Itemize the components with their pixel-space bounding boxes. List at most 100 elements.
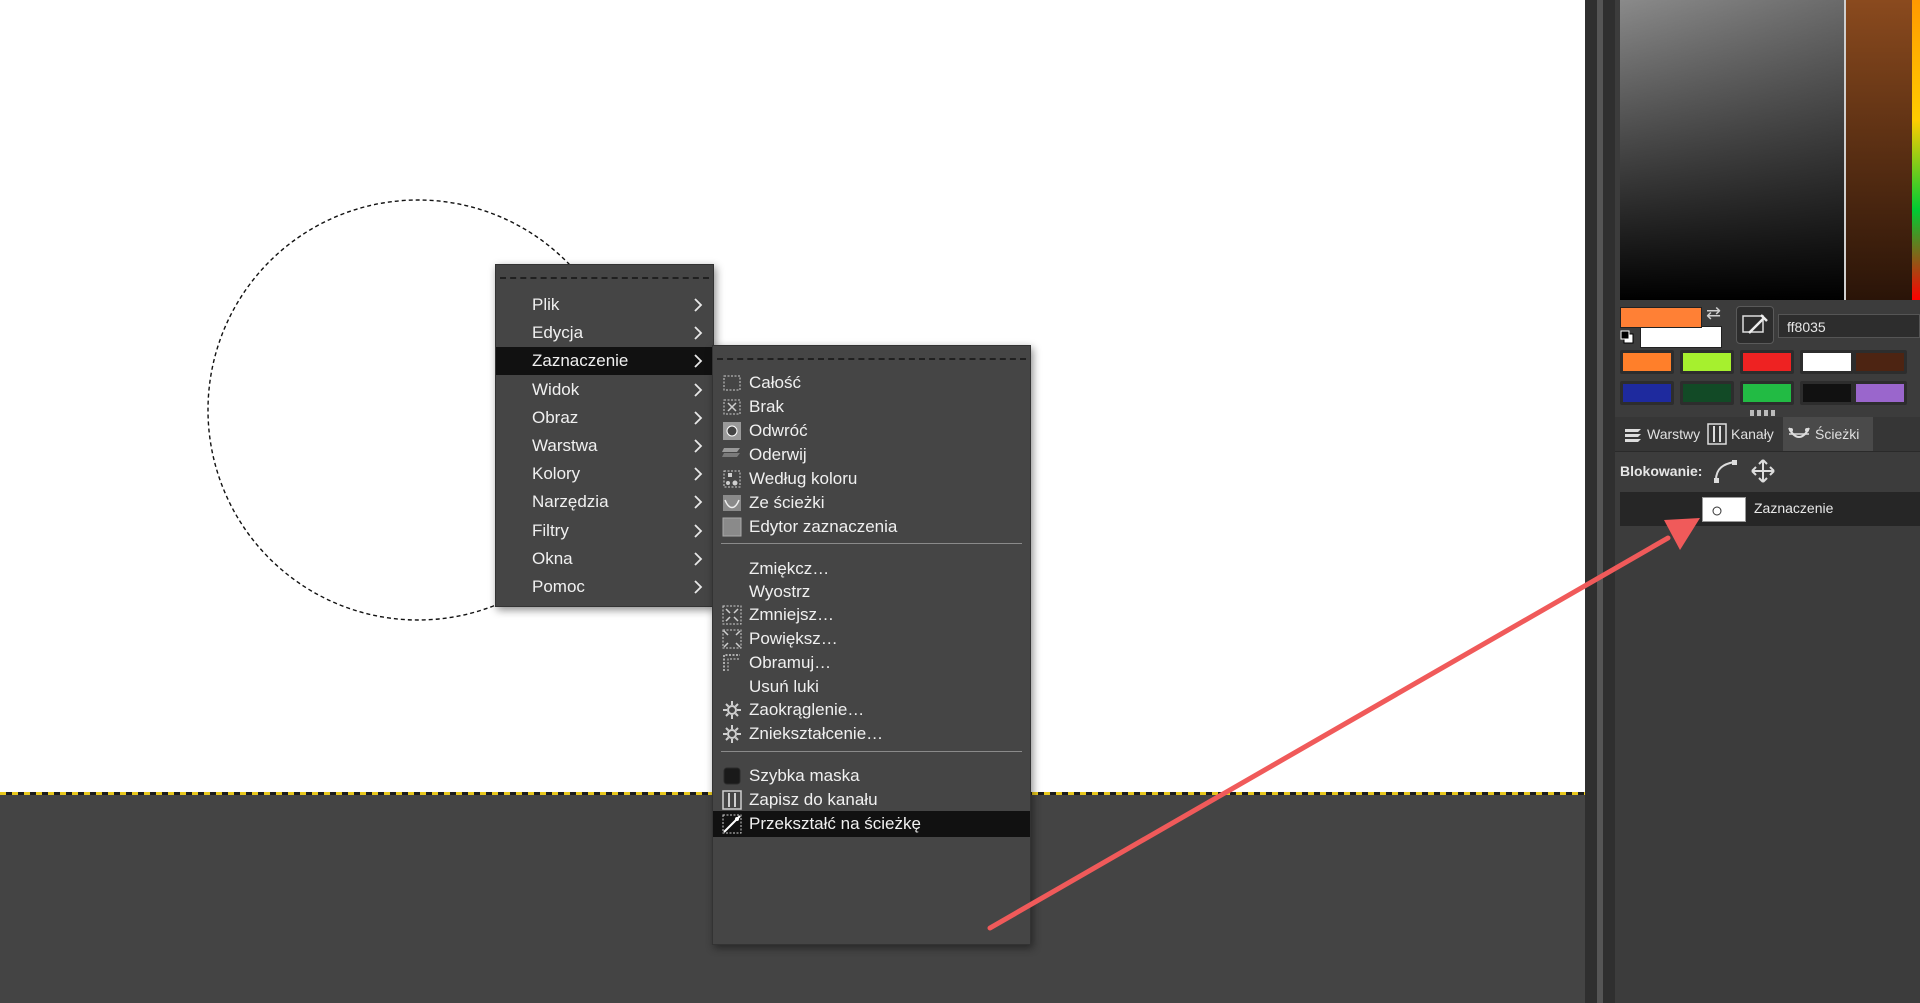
menu-item-label: Brak bbox=[749, 397, 784, 416]
chevron-right-icon bbox=[694, 439, 703, 453]
menu-item[interactable]: Zmniejsz… bbox=[713, 602, 1030, 628]
dock-drag-handle[interactable] bbox=[1750, 410, 1776, 416]
menu-item-label: Wyostrz bbox=[749, 582, 811, 601]
grow-icon bbox=[722, 629, 742, 649]
menu-item[interactable]: Edycja bbox=[496, 319, 713, 347]
layers-icon bbox=[1625, 429, 1641, 442]
menu-item-label: Usuń luki bbox=[749, 677, 819, 696]
menu-item-label: Warstwa bbox=[532, 436, 598, 455]
menu-item-label: Narzędzia bbox=[532, 492, 609, 512]
hex-color-field[interactable]: ff8035 bbox=[1778, 314, 1920, 338]
menu-item-label: Pomoc bbox=[532, 577, 585, 596]
by-color-icon bbox=[723, 470, 741, 488]
menu-item-label: Edycja bbox=[532, 323, 584, 343]
chevron-right-icon bbox=[694, 580, 703, 594]
tab-channels[interactable]: Kanały bbox=[1703, 417, 1787, 451]
paths-icon bbox=[1788, 427, 1810, 438]
menu-item-label: Zapisz do kanału bbox=[749, 790, 878, 809]
palette-swatch[interactable] bbox=[1800, 381, 1854, 405]
lock-path-strokes-icon[interactable] bbox=[1712, 458, 1740, 484]
menu-item[interactable]: Okna bbox=[496, 545, 713, 573]
menu-item[interactable]: Zaznaczenie bbox=[496, 347, 713, 376]
select-all-icon bbox=[723, 375, 741, 391]
menu-item[interactable]: Kolory bbox=[496, 460, 713, 488]
palette-swatch[interactable] bbox=[1800, 350, 1854, 374]
menu-item[interactable]: Edytor zaznaczenia bbox=[713, 514, 1030, 540]
menu-item[interactable]: Zaokrąglenie… bbox=[713, 697, 1030, 723]
menu-item[interactable]: Szybka maska bbox=[713, 763, 1030, 789]
menu-separator bbox=[721, 751, 1022, 752]
menu-separator bbox=[721, 543, 1022, 544]
color-field[interactable] bbox=[1620, 0, 1845, 300]
menu-item[interactable]: Oderwij bbox=[713, 442, 1030, 468]
hue-slider[interactable] bbox=[1912, 0, 1920, 300]
invert-selection-icon bbox=[723, 422, 741, 440]
menu-item[interactable]: Widok bbox=[496, 376, 713, 404]
lock-row: Blokowanie: bbox=[1620, 458, 1776, 484]
palette-swatch[interactable] bbox=[1853, 381, 1907, 405]
dock-tabs: Warstwy Kanały Ścieżki bbox=[1615, 417, 1920, 452]
menu-item[interactable]: Warstwa bbox=[496, 432, 713, 460]
menu-item-label: Szybka maska bbox=[749, 766, 860, 785]
palette-swatch[interactable] bbox=[1620, 381, 1674, 405]
chevron-right-icon bbox=[694, 495, 703, 510]
palette-swatch[interactable] bbox=[1680, 350, 1734, 374]
menu-item[interactable]: Zapisz do kanału bbox=[713, 787, 1030, 813]
tab-paths[interactable]: Ścieżki bbox=[1783, 417, 1873, 451]
palette-swatch[interactable] bbox=[1853, 350, 1907, 374]
menu-item[interactable]: Filtry bbox=[496, 517, 713, 545]
menu-item-label: Zmniejsz… bbox=[749, 605, 835, 624]
menu-item[interactable]: Obraz bbox=[496, 404, 713, 432]
tearoff-line[interactable] bbox=[500, 277, 709, 279]
color-picker-button[interactable] bbox=[1736, 306, 1774, 344]
menu-item-label: Oderwij bbox=[749, 445, 807, 464]
lock-label: Blokowanie: bbox=[1620, 463, 1703, 479]
menu-item-label: Obraz bbox=[532, 407, 579, 427]
menu-item[interactable]: Powiększ… bbox=[713, 626, 1030, 652]
save-channel-icon bbox=[722, 790, 742, 810]
swap-colors-icon[interactable]: ⇄ bbox=[1706, 303, 1726, 323]
menu-item-label: Widok bbox=[532, 379, 580, 399]
chevron-right-icon bbox=[694, 552, 703, 566]
gear-icon bbox=[723, 701, 741, 719]
tab-label: Ścieżki bbox=[1815, 426, 1860, 442]
menu-item[interactable]: Według koloru bbox=[713, 466, 1030, 492]
menu-item[interactable]: Plik bbox=[496, 291, 713, 319]
path-name[interactable]: Zaznaczenie bbox=[1754, 500, 1833, 516]
tearoff-line[interactable] bbox=[717, 358, 1026, 360]
foreground-color-swatch[interactable] bbox=[1620, 307, 1702, 328]
border-icon bbox=[723, 654, 740, 671]
from-path-icon bbox=[723, 495, 741, 511]
menu-item[interactable]: Odwróć bbox=[713, 418, 1030, 444]
dock-resize-handle[interactable] bbox=[1597, 0, 1603, 1003]
tab-layers[interactable]: Warstwy bbox=[1619, 417, 1707, 451]
menu-item[interactable]: Narzędzia bbox=[496, 488, 713, 516]
menu-item-label: Kolory bbox=[532, 464, 581, 484]
menu-item-label: Powiększ… bbox=[749, 629, 838, 648]
float-icon bbox=[722, 448, 740, 457]
menu-item[interactable]: Przekształć na ścieżkę bbox=[713, 811, 1030, 837]
lock-position-icon[interactable] bbox=[1750, 458, 1776, 484]
path-thumbnail bbox=[1702, 497, 1746, 522]
default-colors-icon[interactable] bbox=[1620, 330, 1634, 344]
menu-item-label: Przekształć na ścieżkę bbox=[749, 814, 921, 833]
menu-item[interactable]: Pomoc bbox=[496, 573, 713, 601]
image-context-menu: Plik Edycja Zaznaczenie Widok Obraz Warstwa Ko… bbox=[495, 264, 714, 607]
palette-swatch[interactable] bbox=[1740, 350, 1794, 374]
menu-item[interactable]: Ze ścieżki bbox=[713, 490, 1030, 516]
menu-item-label: Plik bbox=[532, 295, 560, 314]
menu-item[interactable]: Brak bbox=[713, 394, 1030, 420]
hue-strip[interactable] bbox=[1846, 0, 1912, 300]
menu-item[interactable]: Całość bbox=[713, 370, 1030, 396]
gear-icon bbox=[723, 725, 741, 743]
shrink-icon bbox=[722, 605, 742, 625]
palette-swatch[interactable] bbox=[1680, 381, 1734, 405]
palette-swatch[interactable] bbox=[1740, 381, 1794, 405]
channels-icon bbox=[1707, 423, 1727, 445]
menu-item-label: Ze ścieżki bbox=[749, 493, 825, 512]
palette-swatch[interactable] bbox=[1620, 350, 1674, 374]
menu-item[interactable]: Obramuj… bbox=[713, 650, 1030, 676]
menu-item[interactable]: Zniekształcenie… bbox=[713, 721, 1030, 747]
background-color-swatch[interactable] bbox=[1640, 326, 1722, 348]
chevron-right-icon bbox=[694, 382, 703, 397]
